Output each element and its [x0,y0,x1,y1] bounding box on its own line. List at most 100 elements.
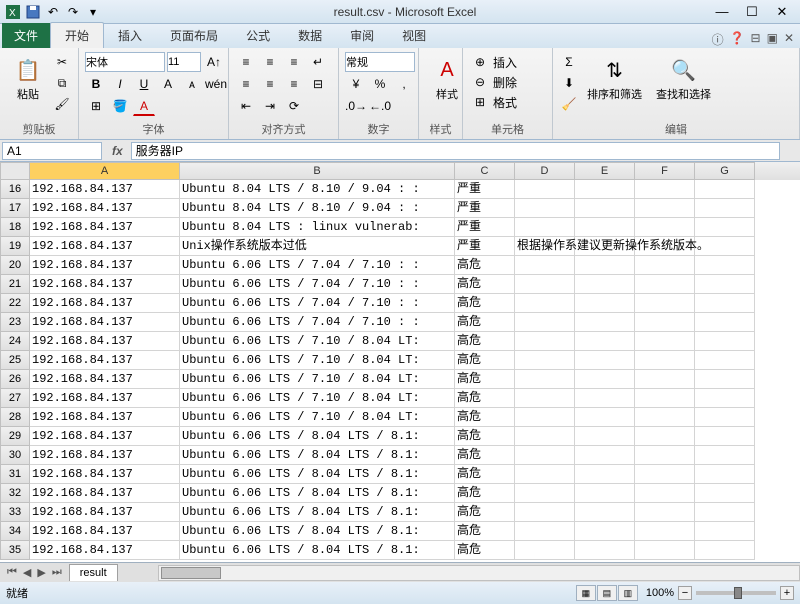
row-header[interactable]: 34 [0,522,30,541]
sort-filter-button[interactable]: ⇅ 排序和筛选 [581,52,648,104]
cell[interactable] [635,522,695,541]
row-header[interactable]: 19 [0,237,30,256]
horizontal-scrollbar[interactable] [158,565,800,581]
italic-button[interactable]: I [109,74,131,94]
cell[interactable] [695,180,755,199]
redo-icon[interactable]: ↷ [64,3,82,21]
excel-icon[interactable]: X [4,3,22,21]
sheet-prev-icon[interactable]: ◀ [20,566,34,579]
cell[interactable] [515,275,575,294]
cell[interactable] [515,370,575,389]
cell[interactable]: Ubuntu 6.06 LTS / 7.04 / 7.10 : : [180,275,455,294]
tab-insert[interactable]: 插入 [104,23,156,48]
cell[interactable] [695,427,755,446]
row-header[interactable]: 16 [0,180,30,199]
cell[interactable]: 192.168.84.137 [30,370,180,389]
align-left-icon[interactable]: ≡ [235,74,257,94]
cell[interactable] [515,351,575,370]
page-layout-icon[interactable]: ▤ [597,585,617,601]
cell[interactable] [695,522,755,541]
cell[interactable] [695,256,755,275]
cell[interactable]: 192.168.84.137 [30,294,180,313]
row-header[interactable]: 25 [0,351,30,370]
cell[interactable]: Ubuntu 6.06 LTS / 8.04 LTS / 8.1: [180,446,455,465]
clear-icon[interactable]: 🧹 [559,94,579,114]
cell[interactable]: 高危 [455,389,515,408]
row-header[interactable]: 23 [0,313,30,332]
row-header[interactable]: 29 [0,427,30,446]
cell[interactable] [575,541,635,560]
row-header[interactable]: 17 [0,199,30,218]
cell[interactable]: 192.168.84.137 [30,503,180,522]
cell[interactable] [695,541,755,560]
cell[interactable] [575,408,635,427]
cell[interactable] [635,427,695,446]
qat-dropdown-icon[interactable]: ▾ [84,3,102,21]
cell[interactable]: 192.168.84.137 [30,465,180,484]
row-header[interactable]: 22 [0,294,30,313]
cell[interactable]: Ubuntu 6.06 LTS / 8.04 LTS / 8.1: [180,541,455,560]
cell[interactable] [695,332,755,351]
cell[interactable]: 192.168.84.137 [30,199,180,218]
row-header[interactable]: 18 [0,218,30,237]
number-format-select[interactable] [345,52,415,72]
row-header[interactable]: 31 [0,465,30,484]
cell[interactable]: Ubuntu 6.06 LTS / 8.04 LTS / 8.1: [180,484,455,503]
minimize-ribbon-icon[interactable]: ⓘ [712,31,724,48]
zoom-in-button[interactable]: + [780,586,794,600]
cell[interactable] [695,503,755,522]
cell[interactable] [635,370,695,389]
cell[interactable] [515,256,575,275]
cell[interactable] [515,389,575,408]
fill-icon[interactable]: ⬇ [559,73,579,93]
normal-view-icon[interactable]: ▦ [576,585,596,601]
indent-inc-icon[interactable]: ⇥ [259,96,281,116]
cell[interactable] [575,389,635,408]
formula-input[interactable] [131,142,780,160]
cell[interactable] [515,199,575,218]
cell[interactable] [515,332,575,351]
cell[interactable] [695,370,755,389]
cell[interactable]: 高危 [455,541,515,560]
cell[interactable] [635,313,695,332]
cell[interactable] [575,351,635,370]
undo-icon[interactable]: ↶ [44,3,62,21]
cell[interactable] [515,484,575,503]
name-box[interactable] [2,142,102,160]
cell[interactable] [575,446,635,465]
indent-dec-icon[interactable]: ⇤ [235,96,257,116]
fx-icon[interactable]: fx [104,144,131,158]
close-button[interactable]: ✕ [768,3,796,21]
col-header-A[interactable]: A [30,162,180,180]
find-select-button[interactable]: 🔍 查找和选择 [650,52,717,104]
ribbon-min-icon[interactable]: ⊟ [751,31,761,48]
cell[interactable]: 高危 [455,503,515,522]
ribbon-restore-icon[interactable]: ▣ [767,31,778,48]
cell[interactable] [575,503,635,522]
cell[interactable]: 192.168.84.137 [30,180,180,199]
cell[interactable] [575,370,635,389]
page-break-icon[interactable]: ▥ [618,585,638,601]
cell[interactable] [515,446,575,465]
cell[interactable]: 192.168.84.137 [30,256,180,275]
cell[interactable]: 192.168.84.137 [30,332,180,351]
row-header[interactable]: 21 [0,275,30,294]
cell[interactable]: 高危 [455,351,515,370]
cell[interactable]: 高危 [455,256,515,275]
delete-label[interactable]: 删除 [493,74,517,91]
wrap-text-icon[interactable]: ↵ [307,52,329,72]
cell[interactable] [695,199,755,218]
row-header[interactable]: 32 [0,484,30,503]
autosum-icon[interactable]: Σ [559,52,579,72]
cell[interactable] [695,313,755,332]
row-header[interactable]: 33 [0,503,30,522]
cell[interactable] [575,313,635,332]
help-icon[interactable]: ❓ [730,31,745,48]
cell[interactable]: 192.168.84.137 [30,351,180,370]
cell[interactable]: 192.168.84.137 [30,522,180,541]
cell[interactable]: 192.168.84.137 [30,484,180,503]
font-grow-icon[interactable]: A [157,74,179,94]
copy-icon[interactable]: ⧉ [52,73,72,93]
cell[interactable]: 严重 [455,237,515,256]
align-top-icon[interactable]: ≡ [235,52,257,72]
